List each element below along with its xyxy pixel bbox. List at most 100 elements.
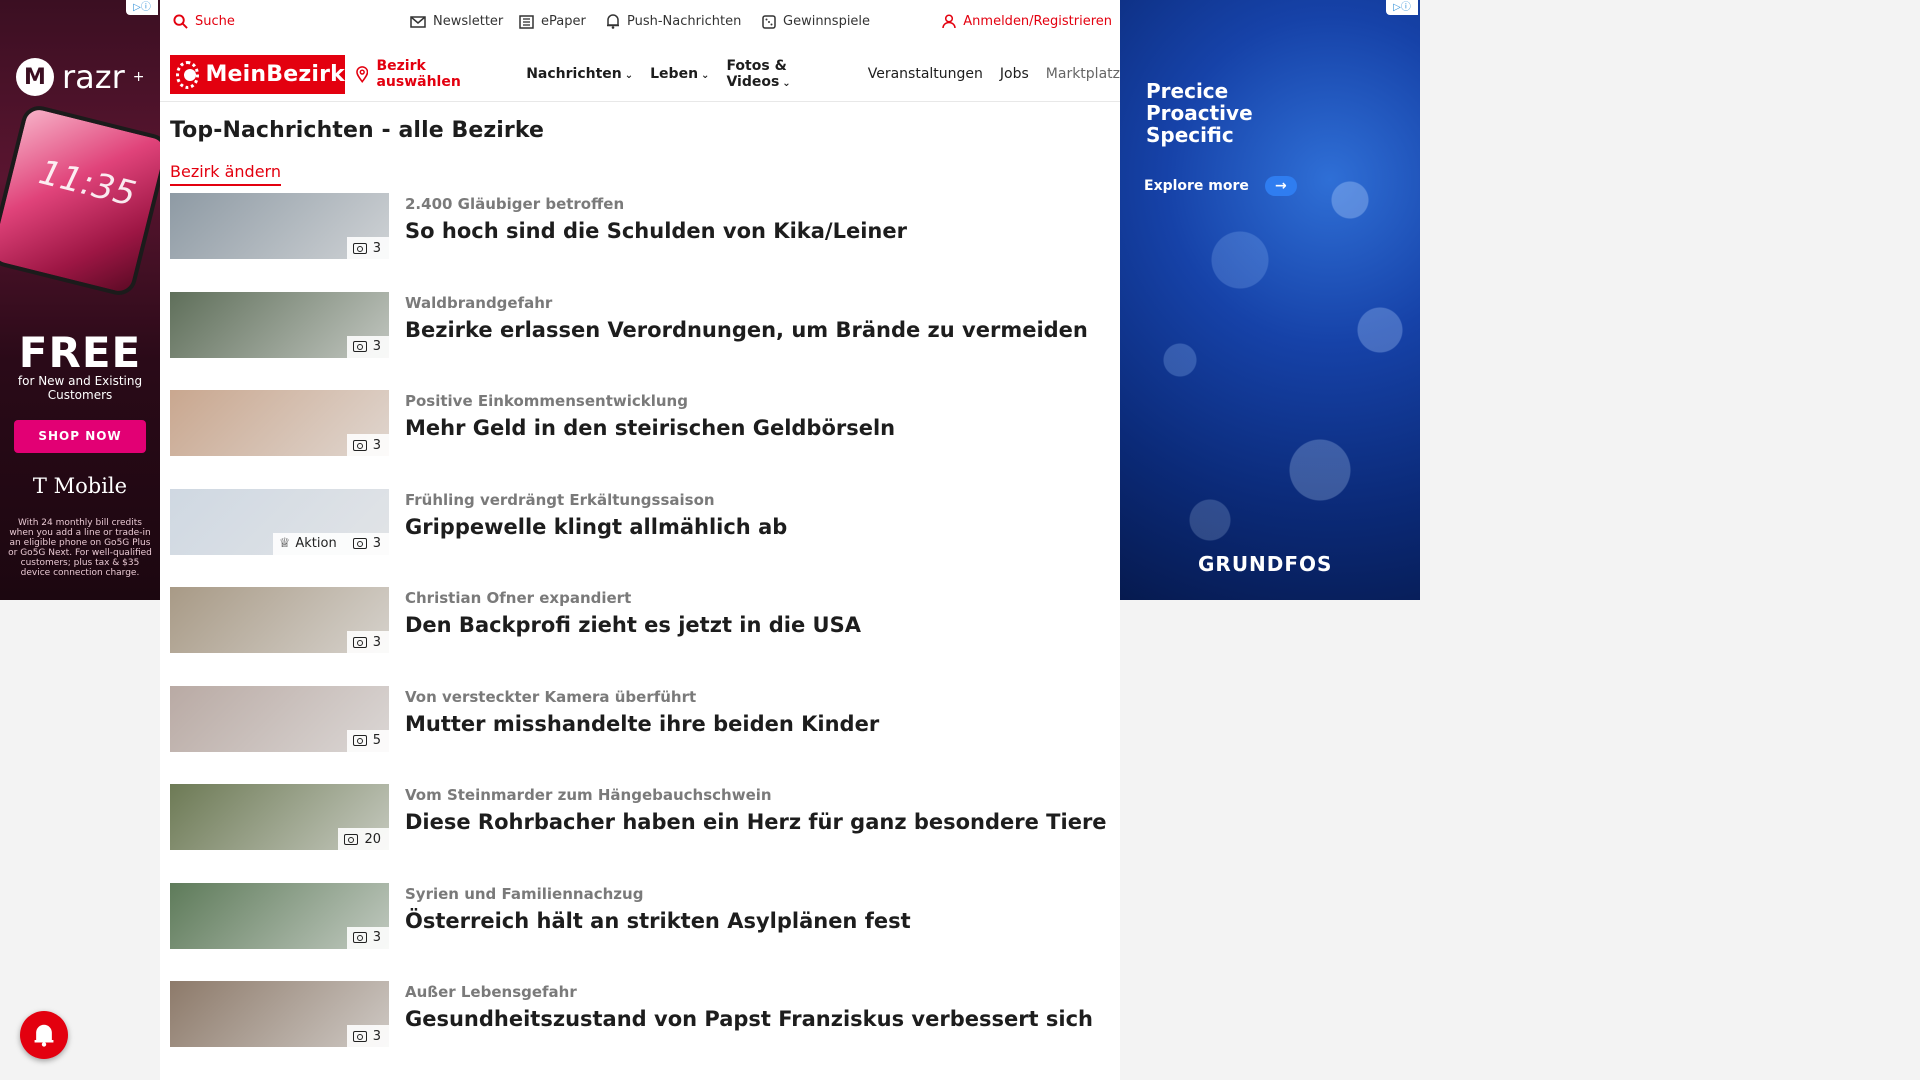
gallery-icon <box>352 1030 367 1042</box>
article-text: Frühling verdrängt Erkältungssaison Gripp… <box>405 489 787 588</box>
photo-count-badge: 3 <box>346 335 389 358</box>
article-thumbnail[interactable]: ♕ Aktion 3 <box>170 488 389 555</box>
article-kicker: Positive Einkommensentwicklung <box>405 392 688 410</box>
article-text: Von versteckter Kamera überführt Mutter m… <box>405 686 879 785</box>
nav-fotos-videos[interactable]: Fotos & Videos ⌄ <box>726 58 850 90</box>
article-thumbnail[interactable]: 3 <box>170 587 389 653</box>
ad-explore-button[interactable]: Explore more → <box>1144 176 1297 196</box>
gallery-icon <box>352 636 367 648</box>
photo-count-badge: 3 <box>346 434 389 456</box>
ad-headline: FREE <box>18 328 142 377</box>
ad-brand: M razr + <box>16 58 144 96</box>
photo-count-badge: 20 <box>338 828 389 850</box>
nav-veranstaltungen[interactable]: Veranstaltungen <box>868 66 983 82</box>
article-thumbnail[interactable]: 3 <box>170 193 389 259</box>
bell-icon <box>607 14 619 29</box>
article-text: Christian Ofner expandiert Den Backprofi … <box>405 587 861 686</box>
article-text: Außer Lebensgefahr Gesundheitszustand von… <box>405 981 1093 1080</box>
article-kicker: Von versteckter Kamera überführt <box>405 687 697 706</box>
article-item[interactable]: 3 Außer Lebensgefahr Gesundheitszustand vo… <box>170 981 1110 1080</box>
article-headline[interactable]: Den Backprofi zieht es jetzt in die USA <box>405 611 861 639</box>
newsletter-link[interactable]: Newsletter <box>410 14 503 29</box>
search-link[interactable]: Suche <box>173 14 235 29</box>
article-kicker: Vom Steinmarder zum Hängebauchschwein <box>405 786 772 804</box>
article-headline[interactable]: So hoch sind die Schulden von Kika/Leine… <box>405 217 907 245</box>
article-item[interactable]: 3 Positive Einkommensentwicklung Mehr Geld… <box>170 390 1110 489</box>
bell-icon <box>34 1024 54 1047</box>
top-utility-bar: Suche Newsletter ePaper Push-Nachrichten… <box>160 0 1120 46</box>
ad-shop-button[interactable]: SHOP NOW <box>14 420 146 453</box>
photo-count-badge: 3 <box>346 926 389 949</box>
chevron-down-icon: ⌄ <box>701 70 710 81</box>
epaper-link[interactable]: ePaper <box>519 14 586 29</box>
article-item[interactable]: ♕ Aktion 3 Frühling verdrängt Erkältungssai… <box>170 488 1110 588</box>
article-thumbnail[interactable]: 3 <box>170 390 389 456</box>
dice-icon <box>762 14 776 29</box>
change-bezirk-link[interactable]: Bezirk ändern <box>170 162 281 186</box>
ad-banner-left[interactable]: ▷ⓘ M razr + 11:35 FREE for New and Existi… <box>0 0 160 600</box>
article-headline[interactable]: Diese Rohrbacher haben ein Herz für ganz… <box>405 808 1107 836</box>
location-pin-icon <box>356 65 369 83</box>
ad-fineprint: With 24 monthly bill credits when you ad… <box>8 518 152 578</box>
article-headline[interactable]: Bezirke erlassen Verordnungen, um Brände… <box>405 316 1088 344</box>
main-navigation: MeinBezirk Bezirk auswählen Nachrichten ⌄… <box>160 46 1120 102</box>
article-thumbnail[interactable]: 5 <box>170 685 389 752</box>
bezirk-select-button[interactable]: Bezirk auswählen <box>356 58 509 90</box>
article-thumbnail[interactable]: 3 <box>170 882 389 949</box>
push-notifications-link[interactable]: Push-Nachrichten <box>606 14 741 29</box>
ad-sponsor-logo: T Mobile <box>32 474 128 498</box>
article-item[interactable]: 3 Syrien und Familiennachzug Österreich hä… <box>170 882 1110 982</box>
article-headline[interactable]: Österreich hält an strikten Asylplänen f… <box>405 907 911 935</box>
ad-tagline: Precice Proactive Specific <box>1146 79 1253 147</box>
gewinnspiele-link[interactable]: Gewinnspiele <box>762 14 870 29</box>
gallery-icon <box>352 242 367 254</box>
article-item[interactable]: 20 Vom Steinmarder zum Hängebauchschwein D… <box>170 784 1110 883</box>
ad-phone-image: 11:35 <box>0 102 160 299</box>
nav-marktplatz[interactable]: Marktplatz <box>1046 66 1120 82</box>
sun-logo-icon <box>176 60 200 89</box>
photo-count-badge: 3 <box>346 1025 389 1047</box>
gallery-icon <box>352 735 367 746</box>
ad-subline: for New and Existing Customers <box>17 374 143 402</box>
article-text: 2.400 Gläubiger betroffen So hoch sind di… <box>405 193 907 292</box>
adchoices-icon[interactable]: ▷ⓘ <box>1386 0 1418 15</box>
nav-jobs[interactable]: Jobs <box>1000 66 1029 82</box>
aktion-label: ♕ Aktion <box>278 536 337 551</box>
article-text: Waldbrandgefahr Bezirke erlassen Verordnu… <box>405 292 1088 391</box>
article-kicker: Waldbrandgefahr <box>405 293 553 312</box>
article-headline[interactable]: Mutter misshandelte ihre beiden Kinder <box>405 710 879 738</box>
article-headline[interactable]: Grippewelle klingt allmählich ab <box>405 513 787 541</box>
meinbezirk-logo[interactable]: MeinBezirk <box>170 55 345 94</box>
trophy-icon: ♕ <box>278 536 291 551</box>
article-item[interactable]: 3 Waldbrandgefahr Bezirke erlassen Verordn… <box>170 291 1110 391</box>
article-thumbnail[interactable]: 3 <box>170 981 389 1047</box>
article-item[interactable]: 5 Von versteckter Kamera überführt Mutter … <box>170 685 1110 785</box>
article-item[interactable]: 3 Christian Ofner expandiert Den Backprofi… <box>170 587 1110 686</box>
article-item[interactable]: 3 2.400 Gläubiger betroffen So hoch sind d… <box>170 193 1110 292</box>
chevron-down-icon: ⌄ <box>782 78 791 89</box>
article-headline[interactable]: Mehr Geld in den steirischen Geldbörseln <box>405 414 895 442</box>
article-thumbnail[interactable]: 20 <box>170 784 389 850</box>
article-kicker: Frühling verdrängt Erkältungssaison <box>405 490 715 509</box>
gallery-icon <box>352 439 367 451</box>
article-list: 3 2.400 Gläubiger betroffen So hoch sind d… <box>170 193 1110 1080</box>
main-content: Suche Newsletter ePaper Push-Nachrichten… <box>160 0 1120 1080</box>
article-text: Syrien und Familiennachzug Österreich häl… <box>405 883 911 982</box>
newspaper-icon <box>519 14 534 29</box>
article-headline[interactable]: Gesundheitszustand von Papst Franziskus … <box>405 1005 1093 1033</box>
login-link[interactable]: Anmelden/Registrieren <box>942 14 1112 29</box>
adchoices-icon[interactable]: ▷ⓘ <box>126 0 158 15</box>
chevron-down-icon: ⌄ <box>624 70 634 81</box>
photo-count-badge: ♕ Aktion 3 <box>272 532 389 555</box>
article-kicker: Syrien und Familiennachzug <box>405 884 644 903</box>
notification-bell-button[interactable] <box>20 1011 68 1059</box>
ad-banner-right[interactable]: ▷ⓘ Precice Proactive Specific Explore mo… <box>1120 0 1420 600</box>
mail-icon <box>410 15 426 28</box>
gallery-icon <box>352 341 367 352</box>
nav-leben[interactable]: Leben ⌄ <box>650 66 709 82</box>
page-title: Top-Nachrichten - alle Bezirke <box>170 118 545 143</box>
article-thumbnail[interactable]: 3 <box>170 291 389 358</box>
nav-items: Bezirk auswählen Nachrichten ⌄ Leben ⌄ Fot… <box>356 46 1120 102</box>
photo-count-badge: 3 <box>346 237 389 259</box>
nav-nachrichten[interactable]: Nachrichten ⌄ <box>526 66 633 82</box>
